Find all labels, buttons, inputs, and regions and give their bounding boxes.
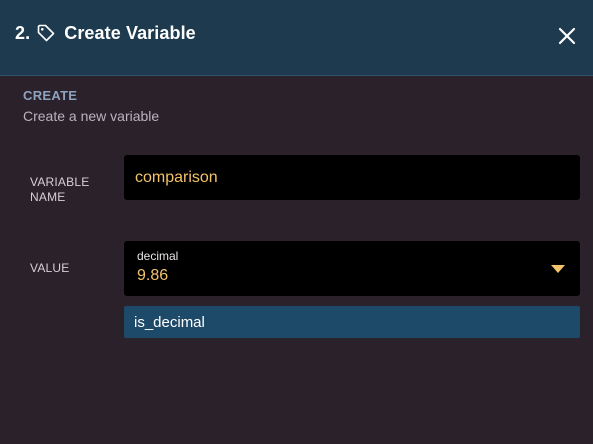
modal-header: 2. Create Variable <box>0 0 593 76</box>
variable-name-label: VARIABLE NAME <box>30 175 90 204</box>
section-subtitle: Create a new variable <box>23 108 160 124</box>
close-icon[interactable] <box>558 27 576 45</box>
chevron-down-icon[interactable] <box>551 265 565 273</box>
variable-name-input[interactable]: comparison <box>124 155 580 200</box>
section-header: CREATE Create a new variable <box>23 88 159 124</box>
section-title: CREATE <box>23 88 78 103</box>
step-number: 2. <box>15 22 31 43</box>
modal-title-text: Create Variable <box>64 22 196 43</box>
value-select[interactable]: decimal 9.86 <box>124 241 580 296</box>
dropdown-option-label: is_decimal <box>134 314 205 331</box>
variable-name-value: comparison <box>135 169 218 186</box>
value-label: VALUE <box>30 261 70 275</box>
modal-title: 2. Create Variable <box>15 21 196 45</box>
tag-icon <box>36 23 56 43</box>
dropdown-option-is-decimal[interactable]: is_decimal <box>124 306 580 338</box>
value-type: decimal <box>137 249 179 263</box>
value-number: 9.86 <box>137 267 169 284</box>
create-variable-modal: 2. Create Variable CREATE Create a new v… <box>0 0 593 444</box>
